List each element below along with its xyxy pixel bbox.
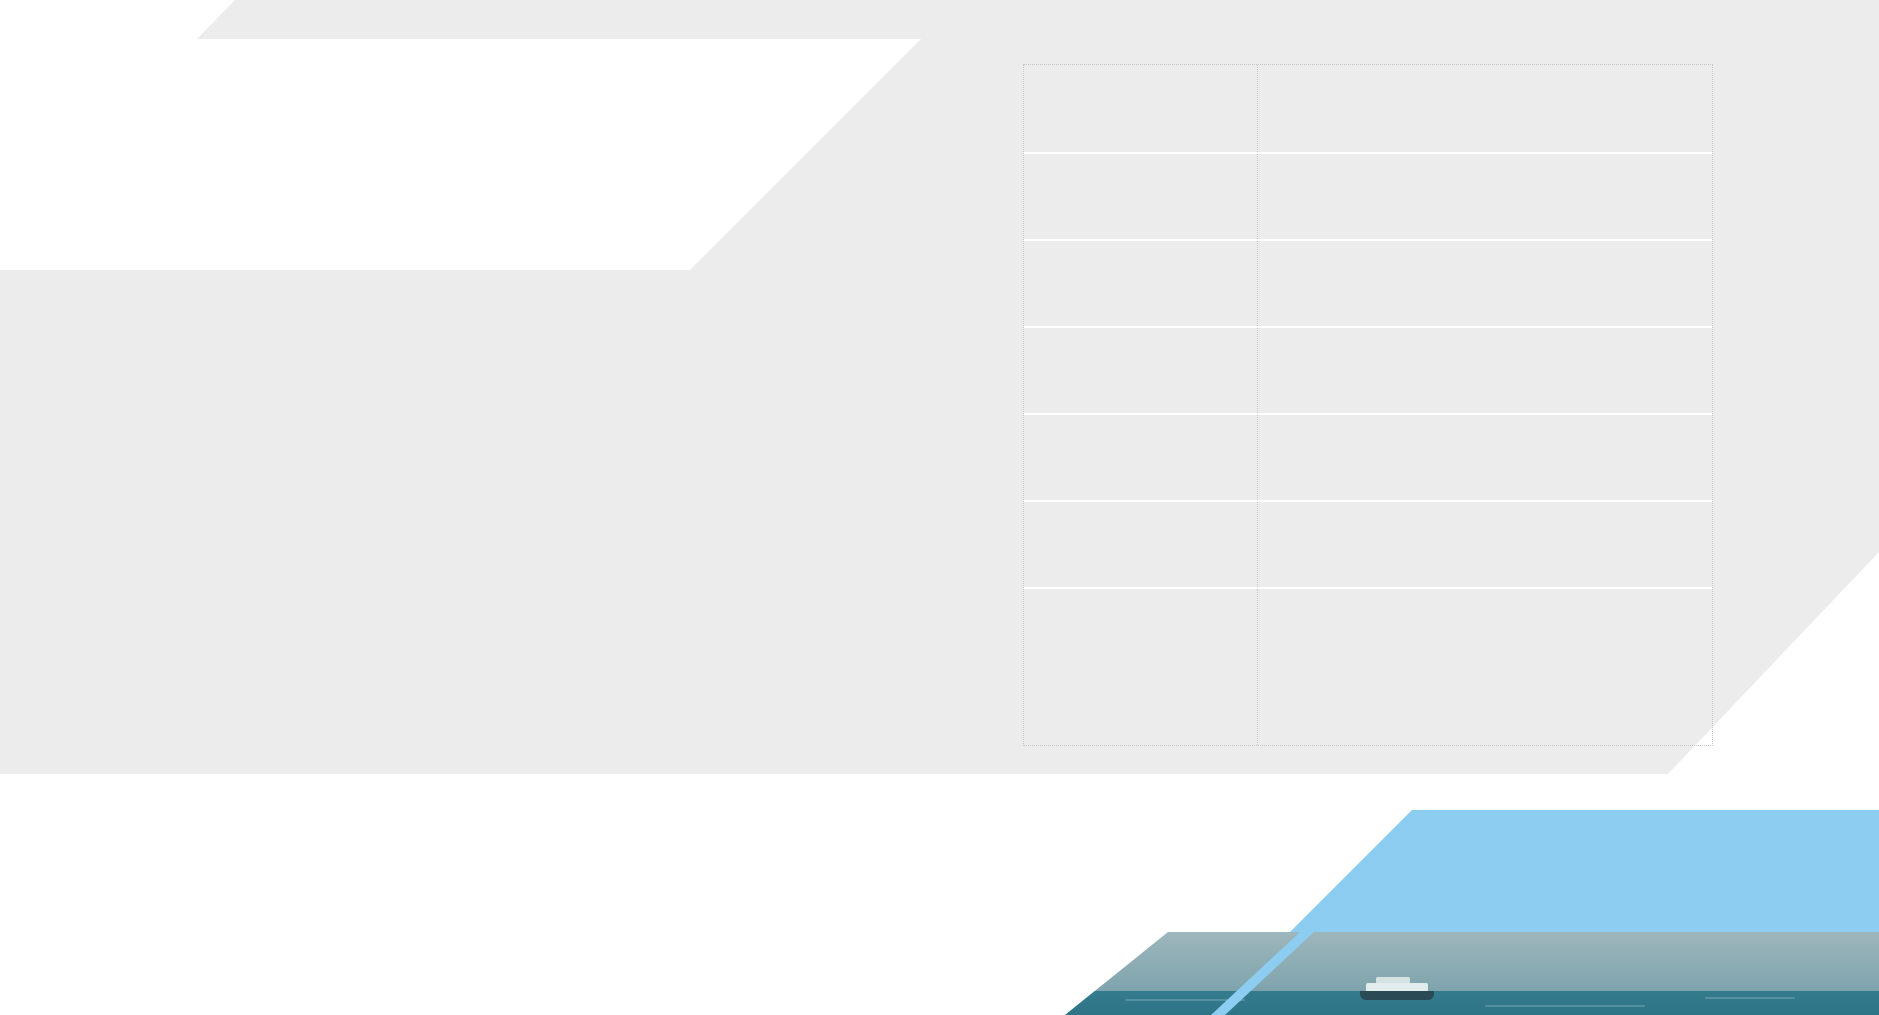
row-value — [1258, 589, 1712, 745]
boat — [1360, 976, 1434, 1000]
row-value — [1258, 415, 1712, 500]
row-label — [1024, 589, 1258, 745]
row-label — [1024, 502, 1258, 587]
row-label — [1024, 328, 1258, 413]
cityscape-photo — [1065, 932, 1879, 1015]
table-row-address — [1024, 587, 1712, 745]
table-row-douyin — [1024, 413, 1712, 500]
table-row-website — [1024, 500, 1712, 587]
table-row-landline — [1024, 239, 1712, 326]
row-value — [1258, 154, 1712, 239]
water — [1065, 991, 1879, 1015]
row-value — [1258, 328, 1712, 413]
row-label — [1024, 241, 1258, 326]
blue-band-decoration — [1290, 810, 1879, 932]
contact-page — [0, 0, 1879, 1015]
table-row-wechat — [1024, 152, 1712, 239]
row-label — [1024, 154, 1258, 239]
row-value — [1258, 502, 1712, 587]
contact-table — [1023, 64, 1713, 746]
row-value — [1258, 65, 1712, 152]
row-label — [1024, 65, 1258, 152]
row-label — [1024, 415, 1258, 500]
table-row-email — [1024, 326, 1712, 413]
table-row-phone — [1024, 65, 1712, 152]
row-value — [1258, 241, 1712, 326]
